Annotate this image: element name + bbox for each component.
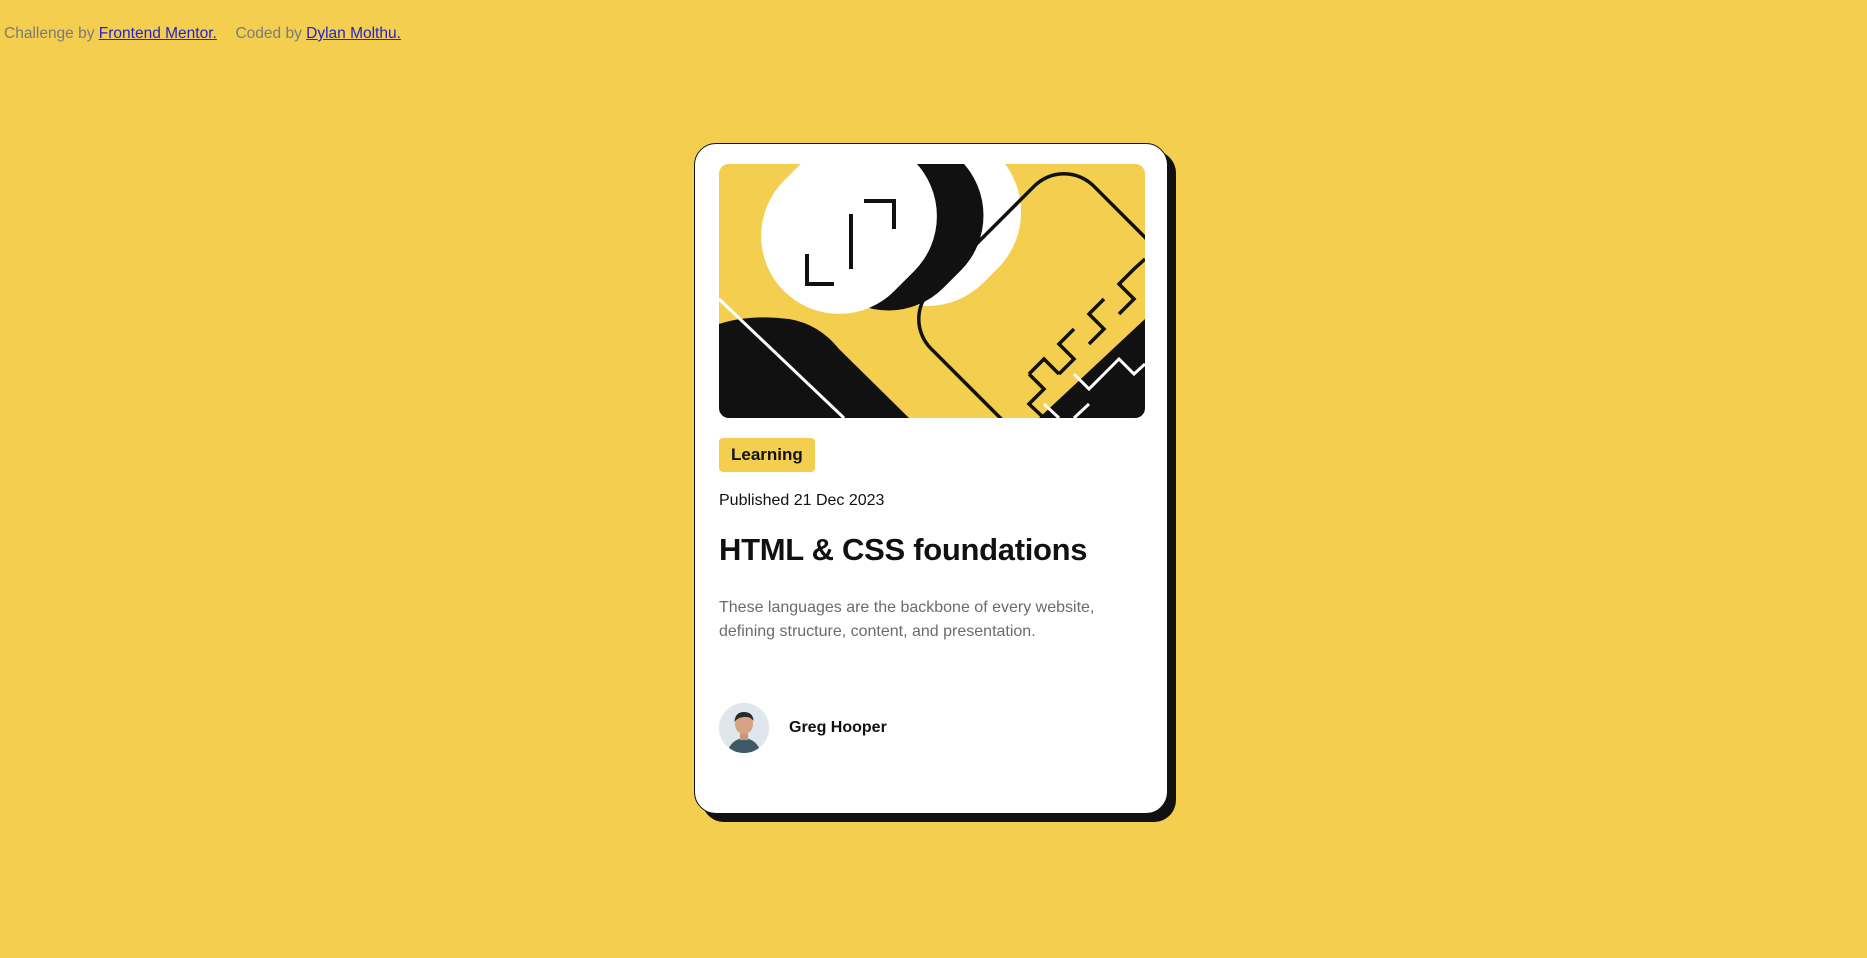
attribution: Challenge by Frontend Mentor. Coded by D…: [4, 25, 401, 43]
abstract-illustration-icon: [719, 164, 1145, 418]
author: Greg Hooper: [719, 703, 887, 753]
article-description: These languages are the backbone of ever…: [719, 599, 1095, 640]
published-date: Published 21 Dec 2023: [719, 492, 885, 509]
person-portrait-icon: [719, 703, 769, 753]
category-tag: Learning: [719, 438, 815, 472]
coded-prefix: Coded by: [235, 25, 302, 42]
blog-preview-card: Learning Published 21 Dec 2023 HTML & CS…: [694, 143, 1168, 814]
frontend-mentor-link[interactable]: Frontend Mentor.: [99, 25, 217, 42]
author-profile-link[interactable]: Dylan Molthu.: [306, 25, 401, 42]
author-name: Greg Hooper: [789, 719, 887, 736]
article-title[interactable]: HTML & CSS foundations: [719, 532, 1088, 568]
hero-illustration: [719, 164, 1145, 418]
challenge-prefix: Challenge by: [4, 25, 95, 42]
